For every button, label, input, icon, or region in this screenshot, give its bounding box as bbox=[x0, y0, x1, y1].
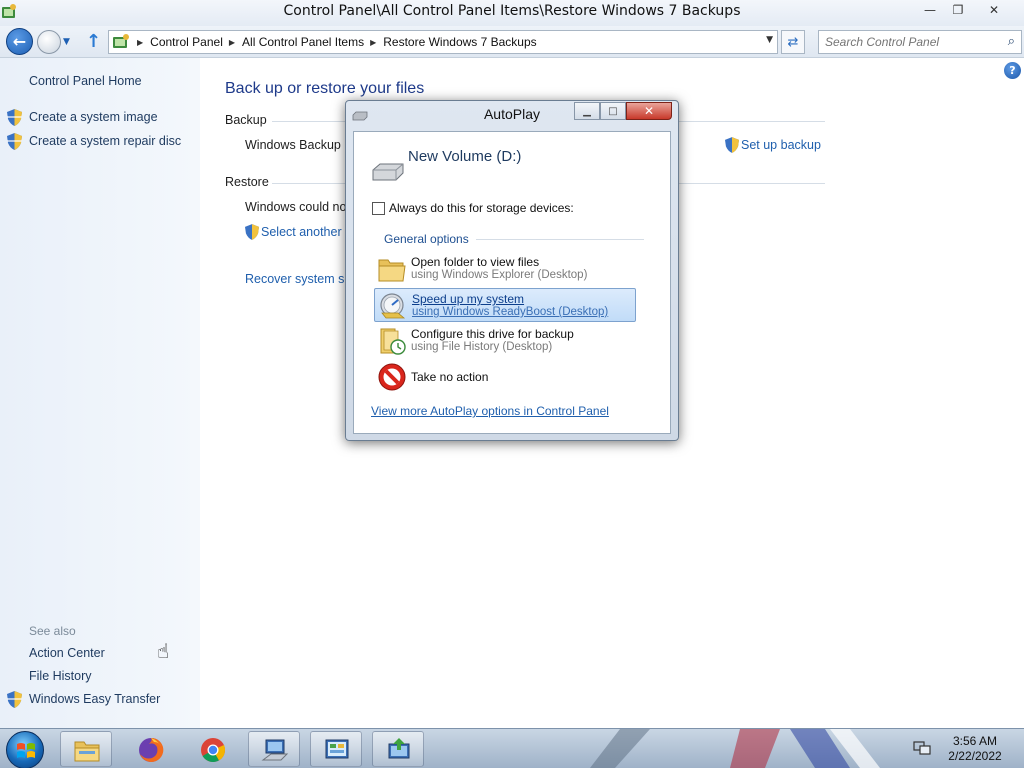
general-options-label: General options bbox=[384, 232, 469, 246]
taskbar-file-explorer[interactable] bbox=[60, 731, 112, 767]
dialog-maximize-button[interactable]: □ bbox=[600, 102, 626, 120]
file-explorer-icon bbox=[74, 741, 100, 762]
action-center-link[interactable]: Action Center bbox=[29, 646, 105, 660]
network-computer-icon bbox=[261, 739, 289, 761]
configure-backup-option[interactable]: Configure this drive for backup using Fi… bbox=[374, 324, 636, 358]
taskbar-chrome[interactable] bbox=[186, 731, 238, 767]
chrome-icon bbox=[201, 738, 226, 763]
no-action-icon bbox=[378, 363, 406, 391]
control-panel-home-link[interactable]: Control Panel Home bbox=[29, 74, 142, 88]
set-up-backup-link[interactable]: Set up backup bbox=[741, 138, 821, 152]
option-title: Take no action bbox=[411, 370, 489, 384]
back-button[interactable]: ← bbox=[6, 28, 33, 55]
recent-pages-dropdown[interactable]: ▼ bbox=[63, 37, 70, 47]
network-tray-icon[interactable] bbox=[913, 740, 931, 756]
group-divider bbox=[476, 239, 644, 240]
uac-shield-icon bbox=[245, 224, 259, 240]
breadcrumb-separator-icon[interactable]: ▶ bbox=[229, 38, 235, 47]
backup-section-label: Backup bbox=[225, 113, 267, 127]
up-button[interactable]: ↑ bbox=[86, 31, 101, 52]
file-history-icon bbox=[380, 328, 406, 355]
left-navigation-pane: Control Panel Home Create a system image… bbox=[0, 58, 200, 728]
uac-shield-icon bbox=[7, 109, 22, 126]
refresh-icon: ⇄ bbox=[787, 34, 799, 50]
restore-section-label: Restore bbox=[225, 175, 269, 189]
windows-easy-transfer-link[interactable]: Windows Easy Transfer bbox=[29, 692, 160, 706]
windows-logo-icon bbox=[17, 743, 35, 758]
always-do-this-checkbox[interactable] bbox=[372, 202, 385, 215]
address-path[interactable]: ▶ Control Panel ▶ All Control Panel Item… bbox=[108, 30, 778, 54]
back-arrow-icon: ← bbox=[12, 32, 27, 51]
hand-cursor-icon: ☝ bbox=[157, 639, 170, 663]
control-panel-icon bbox=[325, 739, 349, 759]
option-subtitle: using File History (Desktop) bbox=[411, 341, 553, 353]
uac-shield-icon bbox=[725, 137, 739, 153]
always-do-this-label[interactable]: Always do this for storage devices: bbox=[389, 201, 574, 215]
drive-name: New Volume (D:) bbox=[408, 148, 522, 165]
search-icon[interactable]: ⌕ bbox=[1008, 34, 1015, 49]
autoplay-dialog: AutoPlay ▁ □ ✕ New Volume (D:) Always do… bbox=[345, 100, 679, 441]
more-autoplay-options-link[interactable]: View more AutoPlay options in Control Pa… bbox=[371, 404, 609, 418]
readyboost-icon bbox=[380, 293, 406, 319]
option-subtitle: using Windows Explorer (Desktop) bbox=[411, 269, 588, 281]
windows-easy-transfer-icon bbox=[388, 738, 410, 759]
breadcrumb-restore[interactable]: Restore Windows 7 Backups bbox=[383, 35, 536, 49]
breadcrumb-control-panel[interactable]: Control Panel bbox=[150, 35, 223, 49]
removable-drive-icon bbox=[372, 163, 404, 181]
help-icon[interactable]: ? bbox=[1004, 62, 1021, 79]
clock-time: 3:56 AM bbox=[952, 734, 998, 748]
taskbar: 3:56 AM 2/22/2022 bbox=[0, 728, 1024, 768]
taskbar-firefox[interactable] bbox=[124, 731, 176, 767]
open-folder-option[interactable]: Open folder to view files using Windows … bbox=[374, 252, 636, 286]
wallpaper-decoration bbox=[590, 729, 880, 768]
dialog-close-button[interactable]: ✕ bbox=[626, 102, 672, 120]
uac-shield-icon bbox=[7, 133, 22, 150]
select-another-backup-link[interactable]: Select another b bbox=[261, 225, 352, 239]
window-title: Control Panel\All Control Panel Items\Re… bbox=[283, 3, 741, 19]
forward-button[interactable] bbox=[37, 30, 61, 54]
folder-icon bbox=[378, 259, 406, 282]
dialog-body: New Volume (D:) Always do this for stora… bbox=[353, 131, 671, 434]
system-clock[interactable]: 3:56 AM 2/22/2022 bbox=[940, 734, 1010, 764]
uac-shield-icon bbox=[7, 691, 22, 708]
start-button[interactable] bbox=[6, 731, 44, 768]
refresh-button[interactable]: ⇄ bbox=[781, 30, 805, 54]
address-bar: ← ▼ ↑ ▶ Control Panel ▶ All Control Pane… bbox=[0, 26, 1024, 58]
page-title: Back up or restore your files bbox=[225, 80, 425, 97]
search-input[interactable] bbox=[825, 31, 995, 53]
taskbar-network-computer[interactable] bbox=[248, 731, 300, 767]
dialog-minimize-button[interactable]: ▁ bbox=[574, 102, 600, 120]
backup-status-text: Windows Backup h bbox=[245, 138, 352, 152]
firefox-icon bbox=[139, 737, 164, 762]
option-subtitle: using Windows ReadyBoost (Desktop) bbox=[412, 306, 609, 318]
search-box[interactable]: ⌕ bbox=[818, 30, 1022, 54]
control-panel-icon bbox=[113, 34, 129, 48]
minimize-button[interactable]: — bbox=[916, 0, 944, 20]
taskbar-control-panel[interactable] bbox=[310, 731, 362, 767]
close-button[interactable]: ✕ bbox=[972, 0, 1016, 20]
breadcrumb-all-items[interactable]: All Control Panel Items bbox=[242, 35, 364, 49]
window-title-bar: Control Panel\All Control Panel Items\Re… bbox=[0, 0, 1024, 26]
see-also-label: See also bbox=[29, 624, 76, 638]
breadcrumb-separator-icon[interactable]: ▶ bbox=[370, 38, 376, 47]
take-no-action-option[interactable]: Take no action bbox=[374, 360, 636, 394]
speed-up-system-option[interactable]: Speed up my system using Windows ReadyBo… bbox=[374, 288, 636, 322]
option-title: Speed up my system bbox=[412, 292, 525, 306]
taskbar-easy-transfer[interactable] bbox=[372, 731, 424, 767]
option-title: Open folder to view files bbox=[411, 255, 540, 269]
restore-button[interactable]: ❐ bbox=[944, 0, 972, 20]
restore-status-text: Windows could no bbox=[245, 200, 347, 214]
address-dropdown-icon[interactable]: ▼ bbox=[766, 35, 773, 45]
create-system-image-link[interactable]: Create a system image bbox=[29, 110, 158, 124]
breadcrumb-separator-icon[interactable]: ▶ bbox=[137, 38, 143, 47]
option-title: Configure this drive for backup bbox=[411, 327, 574, 341]
clock-date: 2/22/2022 bbox=[948, 749, 1002, 763]
recover-system-settings-link[interactable]: Recover system set bbox=[245, 272, 355, 286]
create-repair-disc-link[interactable]: Create a system repair disc bbox=[29, 134, 181, 148]
file-history-link[interactable]: File History bbox=[29, 669, 92, 683]
